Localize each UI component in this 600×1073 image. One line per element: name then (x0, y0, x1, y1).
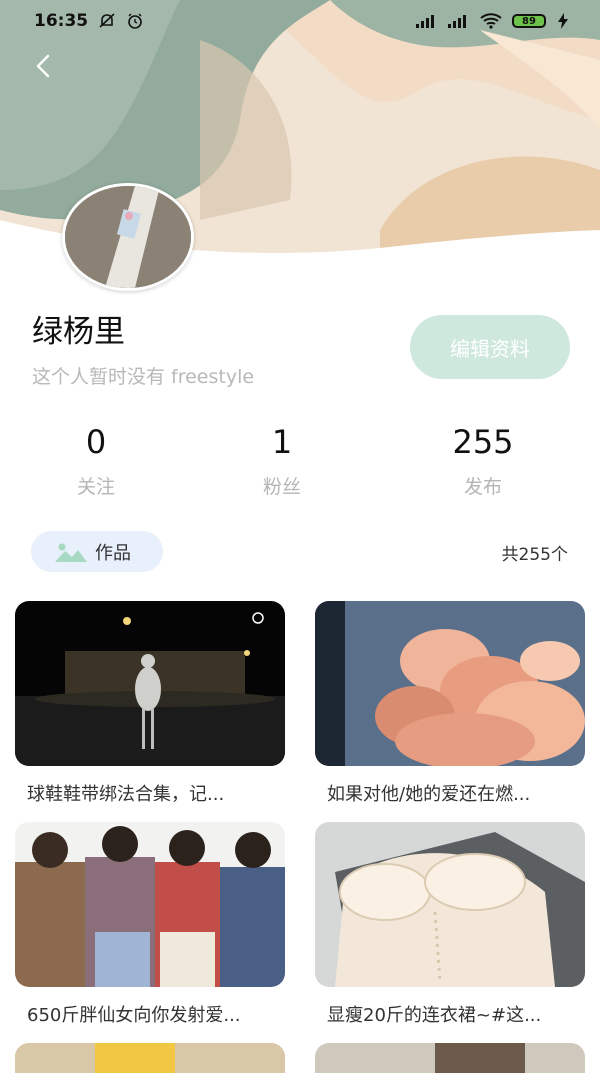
post-caption: 650斤胖仙女向你发射爱... (27, 1005, 241, 1026)
stat-value: 1 (271, 423, 293, 461)
stat-followers[interactable]: 1 粉丝 (212, 420, 352, 499)
username: 绿杨里 (32, 314, 125, 350)
post-card[interactable]: 显瘦20斤的连衣裙~#这... (315, 822, 585, 1027)
stat-value: 255 (452, 423, 514, 461)
status-bar: 16:35 89 (0, 0, 600, 42)
post-card[interactable]: 球鞋鞋带绑法合集，记... (15, 601, 285, 806)
battery-level: 89 (522, 15, 536, 27)
chevron-left-icon (36, 54, 50, 78)
signal-icon (416, 14, 438, 28)
post-thumbnail[interactable] (15, 601, 285, 766)
alarm-icon (126, 12, 144, 30)
stat-label: 发布 (463, 476, 502, 498)
post-caption: 球鞋鞋带绑法合集，记... (27, 784, 225, 805)
bio-text: 这个人暂时没有 freestyle (32, 366, 255, 388)
stat-label: 粉丝 (262, 476, 301, 498)
stat-value: 0 (85, 423, 107, 461)
charging-icon (556, 13, 570, 29)
post-caption: 显瘦20斤的连衣裙~#这... (327, 1005, 542, 1026)
post-thumbnail[interactable] (15, 822, 285, 987)
mute-bell-icon (98, 12, 116, 30)
post-thumbnail[interactable] (315, 822, 585, 987)
post-thumbnail-partial[interactable] (15, 1043, 285, 1073)
stat-posts[interactable]: 255 发布 (413, 420, 553, 499)
image-icon (55, 543, 87, 562)
edit-profile-button[interactable]: 编辑资料 (410, 315, 570, 379)
status-time: 16:35 (34, 11, 89, 31)
battery-icon: 89 (512, 14, 546, 28)
post-thumbnail-partial[interactable] (315, 1043, 585, 1073)
post-card[interactable]: 如果对他/她的爱还在燃... (315, 601, 585, 806)
post-card[interactable]: 650斤胖仙女向你发射爱... (15, 822, 285, 1027)
tab-works-label: 作品 (95, 542, 131, 564)
stats-row: 0 关注 1 粉丝 255 发布 (0, 420, 600, 510)
post-thumbnail[interactable] (315, 601, 585, 766)
post-caption: 如果对他/她的爱还在燃... (327, 784, 531, 805)
stat-label: 关注 (76, 476, 115, 498)
signal-icon (448, 14, 470, 28)
stat-following[interactable]: 0 关注 (26, 420, 166, 499)
wifi-icon (480, 13, 502, 29)
works-total-count: 共255个 (501, 545, 568, 565)
avatar[interactable] (62, 183, 194, 291)
tab-works[interactable]: 作品 (31, 531, 163, 572)
back-button[interactable] (28, 50, 60, 82)
